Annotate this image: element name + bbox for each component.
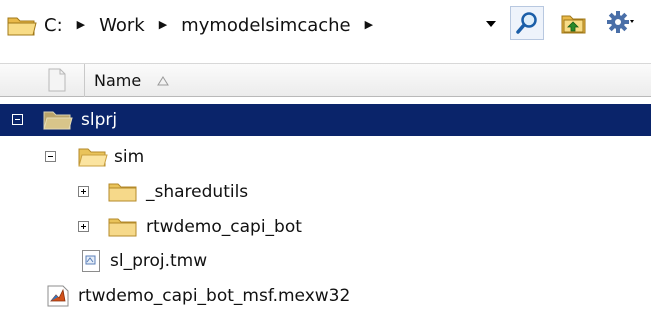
address-bar: C: ▶ Work ▶ mymodelsimcache ▶	[0, 0, 651, 48]
tree-label: sl_proj.tmw	[110, 251, 208, 271]
icon-column-header[interactable]	[35, 64, 85, 97]
name-column-header[interactable]: Name	[94, 71, 141, 90]
breadcrumb-drive[interactable]: C:	[42, 15, 65, 36]
chevron-down-icon[interactable]	[484, 17, 498, 31]
breadcrumb-work[interactable]: Work	[97, 15, 147, 36]
folder-icon	[108, 218, 137, 237]
breadcrumb-separator-icon[interactable]: ▶	[77, 18, 85, 31]
collapse-icon[interactable]	[45, 151, 56, 162]
expand-icon[interactable]	[78, 221, 89, 232]
folder-up-icon	[561, 15, 586, 34]
folder-icon	[108, 183, 137, 202]
folder-icon	[7, 17, 37, 36]
tree-label: rtwdemo_capi_bot_msf.mexw32	[78, 286, 351, 306]
gear-icon	[607, 11, 634, 33]
matlab-file-icon	[47, 285, 69, 307]
tree-row-slprj[interactable]: slprj	[0, 104, 651, 136]
options-button[interactable]	[602, 6, 636, 40]
tree-row-sharedutils[interactable]: _sharedutils	[0, 176, 651, 208]
breadcrumb: C: ▶ Work ▶ mymodelsimcache ▶	[42, 11, 385, 39]
tree-label: sim	[114, 147, 145, 167]
search-icon	[516, 12, 537, 34]
tree-row-mexw32[interactable]: rtwdemo_capi_bot_msf.mexw32	[0, 280, 651, 312]
tree-row-sim[interactable]: sim	[0, 141, 651, 173]
tree-row-rtwdemo-capi-bot[interactable]: rtwdemo_capi_bot	[0, 211, 651, 243]
column-header: Name	[0, 63, 651, 97]
tree-label: _sharedutils	[146, 182, 249, 202]
up-folder-button[interactable]	[557, 6, 591, 40]
breadcrumb-mymodelsimcache[interactable]: mymodelsimcache	[179, 15, 352, 36]
document-icon	[48, 68, 66, 92]
breadcrumb-separator-icon[interactable]: ▶	[159, 18, 167, 31]
search-button[interactable]	[510, 6, 544, 40]
tree-row-sl-proj-tmw[interactable]: sl_proj.tmw	[0, 245, 651, 277]
expand-icon[interactable]	[78, 186, 89, 197]
sort-ascending-icon	[157, 76, 169, 86]
breadcrumb-separator-icon[interactable]: ▶	[365, 18, 373, 31]
document-icon	[82, 250, 100, 272]
folder-open-icon	[43, 111, 73, 130]
collapse-icon[interactable]	[12, 114, 23, 125]
tree-label: slprj	[81, 110, 118, 130]
tree-label: rtwdemo_capi_bot	[146, 217, 302, 237]
folder-open-icon	[78, 148, 108, 167]
